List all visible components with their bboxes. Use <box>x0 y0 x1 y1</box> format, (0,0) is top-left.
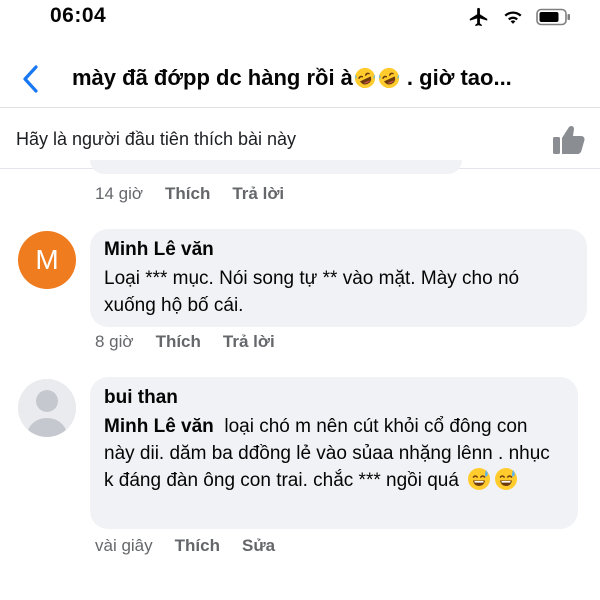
thumbs-up-icon[interactable] <box>552 124 586 156</box>
edit-button[interactable]: Sửa <box>242 536 275 556</box>
status-time: 06:04 <box>50 4 107 27</box>
comment-bubble: Minh Lê văn Loại *** mục. Nói song tự **… <box>90 229 587 327</box>
comment-text: Loại *** mục. Nói song tự ** vào mặt. Mà… <box>104 268 520 316</box>
like-button[interactable]: Thích <box>165 184 210 204</box>
title-text: mày đã đớpp dc hàng rồi à <box>72 65 353 90</box>
wifi-icon <box>504 11 522 24</box>
mention-tag[interactable]: Minh Lê văn <box>104 416 214 437</box>
sweat-smile-emoji <box>468 468 491 490</box>
avatar[interactable]: M <box>18 231 76 289</box>
comment-time: 14 giờ <box>95 184 144 203</box>
like-prompt-text: Hãy là người đầu tiên thích bài này <box>16 129 297 149</box>
post-title: mày đã đớpp dc hàng rồi à . giờ tao... <box>72 65 572 91</box>
airplane-icon <box>469 7 488 27</box>
avatar[interactable] <box>18 379 76 437</box>
reply-button[interactable]: Trả lời <box>232 184 284 204</box>
battery-icon <box>536 8 570 26</box>
default-avatar-icon <box>18 379 76 437</box>
status-icons <box>468 6 572 28</box>
nav-bar: mày đã đớpp dc hàng rồi à . giờ tao... <box>0 50 600 108</box>
back-button[interactable] <box>16 62 44 96</box>
comment-meta: vài giây Thích Sửa <box>95 536 297 556</box>
comment-time: vài giây <box>95 536 153 555</box>
previous-comment-meta: 14 giờ Thích Trả lời <box>95 184 306 204</box>
chevron-left-icon <box>23 65 38 93</box>
like-button[interactable]: Thích <box>156 332 201 352</box>
comment-bubble: bui than Minh Lê văn loại chó m nên cút … <box>90 377 578 529</box>
avatar-letter: M <box>35 244 59 275</box>
like-button[interactable]: Thích <box>175 536 220 556</box>
comment-text: Minh Lê văn loại chó m nên cút khỏi cổ đ… <box>104 413 562 494</box>
previous-comment-bubble <box>90 160 462 174</box>
title-text-continued: . giờ tao... <box>406 65 512 90</box>
rofl-emoji <box>354 67 376 89</box>
comment-time: 8 giờ <box>95 332 134 351</box>
comment-author[interactable]: bui than <box>104 387 562 409</box>
reply-button[interactable]: Trả lời <box>223 332 275 352</box>
rofl-emoji <box>378 67 400 89</box>
comment-meta: 8 giờ Thích Trả lời <box>95 332 297 352</box>
status-bar: 06:04 <box>0 0 600 36</box>
comment-author[interactable]: Minh Lê văn <box>104 239 571 261</box>
sweat-smile-emoji <box>495 468 518 490</box>
